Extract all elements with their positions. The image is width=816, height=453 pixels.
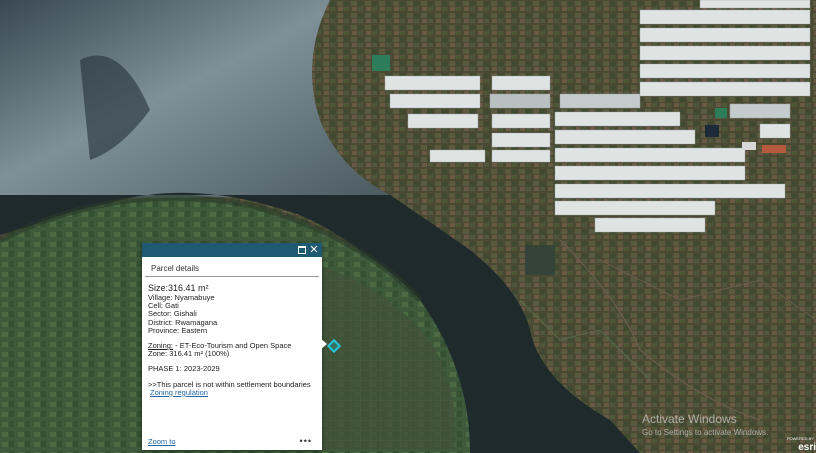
more-actions-button[interactable]: ••• bbox=[300, 436, 312, 446]
powered-by-text: POWERED BY bbox=[786, 436, 814, 441]
satellite-imagery bbox=[0, 0, 816, 453]
parcel-province: Province: Eastern bbox=[148, 325, 208, 335]
close-icon[interactable]: ✕ bbox=[308, 243, 320, 257]
popup-pointer bbox=[320, 338, 327, 350]
popup-body: Size:316.41 m² Village: Nyamabuye Cell: … bbox=[142, 277, 322, 397]
zoning-regulation-link[interactable]: Zoning regulation bbox=[150, 388, 208, 397]
parcel-zone: Zone: 316.41 m² (100%) bbox=[148, 349, 230, 359]
parcel-details-popup: ✕ Parcel details Size:316.41 m² Village:… bbox=[142, 243, 322, 450]
popup-footer: Zoom to ••• bbox=[148, 436, 312, 446]
activate-windows-watermark: Activate Windows Go to Settings to activ… bbox=[642, 412, 768, 437]
parcel-phase: PHASE 1: 2023-2029 bbox=[148, 364, 220, 374]
watermark-subtitle: Go to Settings to activate Windows. bbox=[642, 428, 769, 437]
popup-title: Parcel details bbox=[145, 257, 319, 277]
esri-logo[interactable]: esri bbox=[798, 442, 816, 453]
maximize-icon[interactable] bbox=[296, 243, 308, 257]
popup-header: ✕ bbox=[142, 243, 322, 257]
zoom-to-link[interactable]: Zoom to bbox=[148, 437, 176, 446]
satellite-map[interactable] bbox=[0, 0, 816, 453]
watermark-title: Activate Windows bbox=[642, 412, 737, 426]
